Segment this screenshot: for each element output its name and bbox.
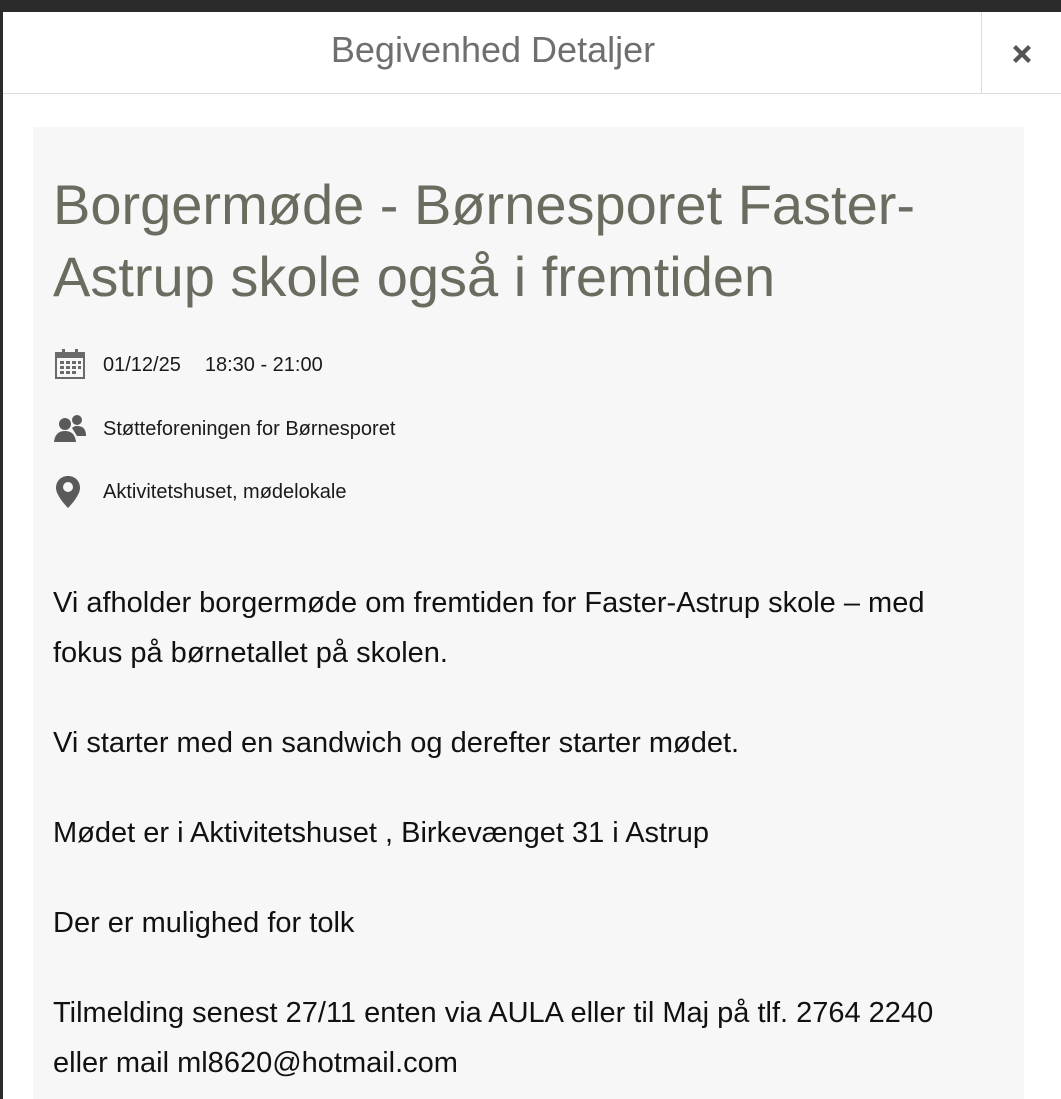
event-location-row: Aktivitetshuset, mødelokale xyxy=(53,475,346,509)
event-details-modal: Begivenhed Detaljer Borgermøde - Børnesp… xyxy=(3,12,1061,1099)
event-organizer: Støtteforeningen for Børnesporet xyxy=(103,417,396,440)
event-title: Borgermøde - Børnesporet Faster-Astrup s… xyxy=(53,173,916,308)
modal-title: Begivenhed Detaljer xyxy=(330,29,656,70)
event-date-value: 01/12/25 xyxy=(103,353,181,376)
calendar-icon xyxy=(55,349,85,379)
people-icon xyxy=(54,415,86,442)
description-paragraph: Mødet er i Aktivitetshuset , Birkevænget… xyxy=(53,817,710,849)
close-button[interactable] xyxy=(981,12,1061,93)
description-paragraph: Der er mulighed for tolk xyxy=(53,907,355,939)
modal-header: Begivenhed Detaljer xyxy=(3,12,1061,94)
event-content-panel: Borgermøde - Børnesporet Faster-Astrup s… xyxy=(33,127,1024,1099)
close-icon xyxy=(1013,45,1031,63)
description-paragraph: Tilmelding senest 27/11 enten via AULA e… xyxy=(53,997,934,1079)
description-paragraph: Vi afholder borgermøde om fremtiden for … xyxy=(53,587,925,669)
event-date-row: 01/12/25 18:30 - 21:00 xyxy=(53,348,323,382)
event-time-value: 18:30 - 21:00 xyxy=(204,353,323,376)
event-location: Aktivitetshuset, mødelokale xyxy=(103,480,347,503)
event-date: 01/12/25 18:30 - 21:00 xyxy=(103,354,323,377)
map-pin-icon xyxy=(56,476,80,508)
description-paragraph: Vi starter med en sandwich og derefter s… xyxy=(53,727,740,759)
event-organizer-row: Støtteforeningen for Børnesporet xyxy=(53,412,395,446)
